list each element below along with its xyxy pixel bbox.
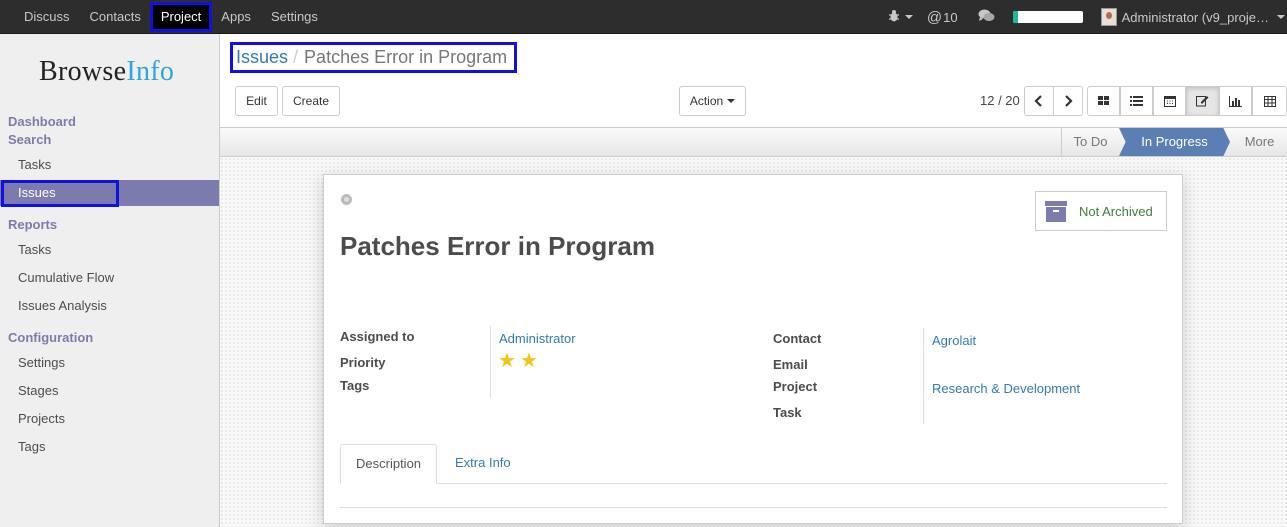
- sidebar-item-settings[interactable]: Settings: [0, 350, 219, 376]
- priority-star-icon[interactable]: ★: [520, 351, 538, 371]
- sidebar-heading-reports: Reports: [8, 217, 58, 232]
- systray: @ 10 Administrator (v9_proje…: [887, 0, 1287, 34]
- mentions-count: 10: [943, 9, 958, 25]
- menu-apps[interactable]: Apps: [211, 0, 261, 34]
- sidebar-item-tasks[interactable]: Tasks: [0, 152, 219, 178]
- status-bar: To Do In Progress More: [220, 127, 1287, 157]
- chevron-down-icon: [1277, 15, 1285, 19]
- archive-toggle-button[interactable]: Not Archived: [1035, 191, 1167, 231]
- sidebar-heading-configuration: Configuration: [8, 330, 94, 345]
- user-menu[interactable]: Administrator (v9_proje…: [1100, 8, 1287, 26]
- pivot-view-icon: [1263, 95, 1276, 107]
- mentions-counter[interactable]: @ 10: [927, 9, 958, 26]
- menu-discuss[interactable]: Discuss: [14, 0, 80, 34]
- sidebar-item-tags[interactable]: Tags: [0, 434, 219, 460]
- record-title: Patches Error in Program: [340, 231, 655, 261]
- top-navbar: Discuss Contacts Project Apps Settings @…: [0, 0, 1287, 34]
- pager-value[interactable]: 12 / 20: [980, 93, 1020, 108]
- kanban-state-icon[interactable]: [341, 194, 352, 205]
- edit-button[interactable]: Edit: [235, 86, 278, 116]
- kanban-view-button[interactable]: [1087, 86, 1120, 116]
- form-view-button[interactable]: [1186, 86, 1219, 116]
- chevron-down-icon: [904, 15, 913, 19]
- form-sheet: Not Archived Patches Error in Program As…: [323, 174, 1183, 524]
- user-name: Administrator (v9_proje…: [1121, 9, 1269, 25]
- list-view-icon: [1130, 96, 1143, 106]
- at-sign-icon: @: [926, 8, 943, 26]
- avatar: [1100, 8, 1117, 26]
- project-value[interactable]: Research & Development: [932, 381, 1080, 396]
- sidebar-item-issues-analysis[interactable]: Issues Analysis: [0, 293, 219, 319]
- project-label: Project: [773, 379, 818, 394]
- create-button[interactable]: Create: [282, 86, 340, 116]
- progress-fill: [1012, 11, 1019, 23]
- assigned-to-value[interactable]: Administrator: [499, 331, 576, 346]
- task-label: Task: [773, 405, 802, 420]
- pager-next-button[interactable]: [1053, 86, 1083, 116]
- bug-icon: [887, 9, 901, 26]
- breadcrumb-current: Patches Error in Program: [304, 47, 508, 67]
- menu-contacts[interactable]: Contacts: [80, 0, 151, 34]
- contact-label: Contact: [773, 331, 822, 346]
- tab-description[interactable]: Description: [340, 444, 438, 484]
- chat-button[interactable]: [978, 9, 995, 26]
- calendar-view-icon: [1163, 96, 1176, 107]
- breadcrumb-issues-link[interactable]: Issues: [236, 47, 288, 67]
- assigned-to-label: Assigned to: [340, 329, 415, 344]
- list-view-button[interactable]: [1120, 86, 1153, 116]
- chevron-left-icon: [1034, 95, 1042, 107]
- progress-bar: [1012, 11, 1083, 23]
- stage-more-dropdown[interactable]: More: [1232, 128, 1287, 156]
- sidebar: BrowseInfo Dashboard Search Tasks Issues…: [0, 34, 220, 527]
- stage-in-progress[interactable]: In Progress: [1119, 128, 1230, 156]
- action-dropdown[interactable]: Action: [679, 86, 746, 116]
- action-label: Action: [689, 94, 724, 108]
- archive-box-icon: [1045, 200, 1067, 222]
- sidebar-heading-search: Search: [8, 132, 52, 147]
- priority-star-icon[interactable]: ★: [498, 351, 516, 371]
- pivot-view-button[interactable]: [1252, 86, 1287, 116]
- form-view-icon: [1196, 96, 1209, 107]
- company-logo[interactable]: BrowseInfo: [39, 56, 174, 88]
- tab-extra-info[interactable]: Extra Info: [440, 444, 526, 484]
- graph-view-button[interactable]: [1219, 86, 1252, 116]
- breadcrumb: Issues / Patches Error in Program: [230, 42, 517, 73]
- menu-settings[interactable]: Settings: [261, 0, 328, 34]
- sidebar-item-issues[interactable]: Issues: [0, 180, 219, 207]
- graph-view-icon: [1229, 95, 1242, 107]
- sidebar-item-report-tasks[interactable]: Tasks: [0, 237, 219, 263]
- sidebar-heading-dashboard[interactable]: Dashboard: [8, 114, 76, 129]
- main-menu: Discuss Contacts Project Apps Settings: [14, 0, 328, 34]
- sidebar-item-cumulative-flow[interactable]: Cumulative Flow: [0, 265, 219, 291]
- sidebar-item-projects[interactable]: Projects: [0, 406, 219, 432]
- chevron-right-icon: [1065, 95, 1073, 107]
- calendar-view-button[interactable]: [1153, 86, 1186, 116]
- email-label: Email: [773, 357, 808, 372]
- planner-progress[interactable]: [1012, 11, 1083, 23]
- stage-todo[interactable]: To Do: [1061, 128, 1119, 156]
- chat-bubbles-icon: [978, 9, 995, 26]
- chevron-down-icon: [727, 99, 736, 103]
- breadcrumb-separator: /: [293, 47, 299, 67]
- pager-previous-button[interactable]: [1024, 86, 1054, 116]
- content-divider: [340, 507, 1167, 508]
- priority-label: Priority: [340, 355, 386, 370]
- field-divider: [490, 326, 491, 398]
- menu-project[interactable]: Project: [149, 2, 213, 32]
- kanban-view-icon: [1097, 96, 1109, 105]
- field-divider: [923, 328, 924, 424]
- archive-label: Not Archived: [1079, 203, 1153, 219]
- contact-value[interactable]: Agrolait: [932, 333, 976, 348]
- sidebar-item-stages[interactable]: Stages: [0, 378, 219, 404]
- tags-label: Tags: [340, 378, 370, 393]
- debug-menu[interactable]: [887, 9, 913, 26]
